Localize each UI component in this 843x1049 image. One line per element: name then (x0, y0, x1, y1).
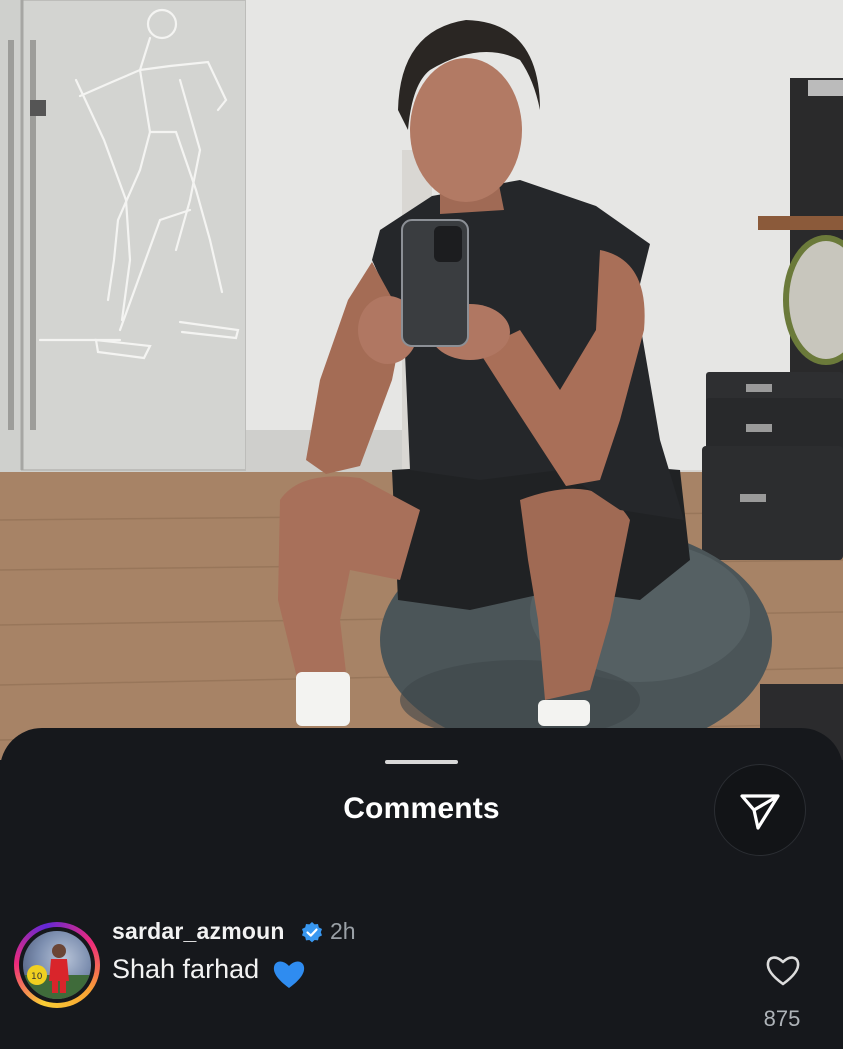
comment-text: Shah farhad (112, 954, 260, 984)
drag-handle[interactable] (385, 760, 458, 764)
blue-heart-emoji-icon (273, 961, 305, 988)
comment-timestamp: 2h (330, 918, 356, 944)
send-icon (740, 794, 780, 830)
post-photo (0, 0, 843, 760)
avatar-image: 10 (23, 931, 91, 999)
comment-like-count: 875 (763, 1006, 801, 1031)
verified-badge-icon (302, 922, 322, 943)
share-button[interactable] (714, 764, 806, 856)
avatar: 10 (19, 927, 95, 1003)
avatar-story-ring[interactable]: 10 (14, 922, 100, 1008)
comment-username[interactable]: sardar_azmoun (112, 918, 285, 945)
gym-selfie-image (0, 0, 843, 760)
heart-outline-icon[interactable] (764, 952, 802, 988)
comment-item: 10 sardar_azmoun 2h Shah farhad 875 (0, 918, 843, 1038)
svg-text:10: 10 (31, 972, 43, 982)
comments-sheet: Comments 10 sardar_azmoun 2h Shah farhad… (0, 728, 843, 1049)
